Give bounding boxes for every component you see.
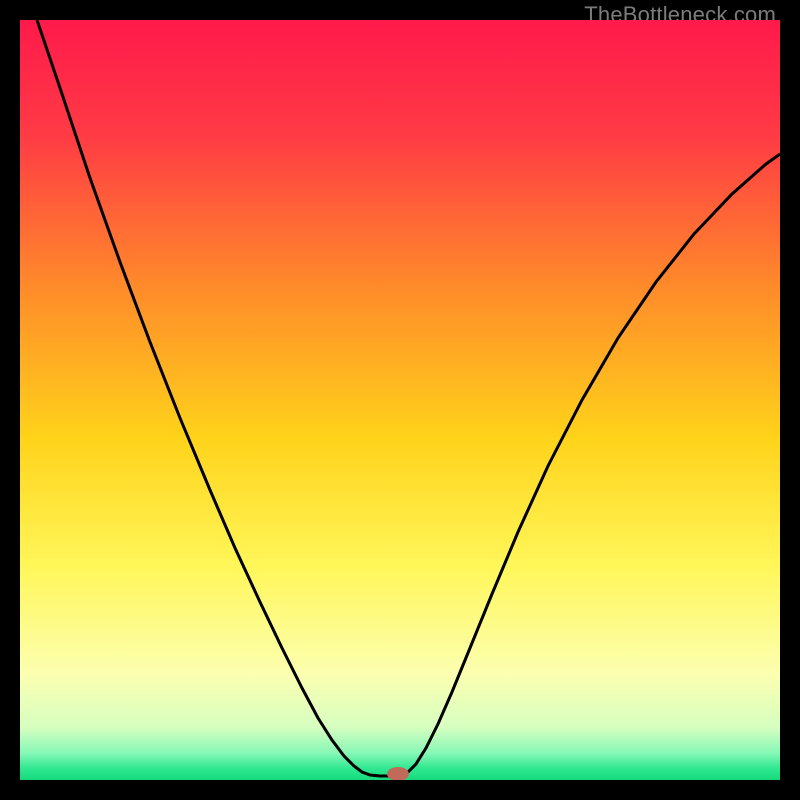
bottleneck-chart <box>20 20 780 780</box>
chart-background <box>20 20 780 780</box>
chart-frame <box>20 20 780 780</box>
